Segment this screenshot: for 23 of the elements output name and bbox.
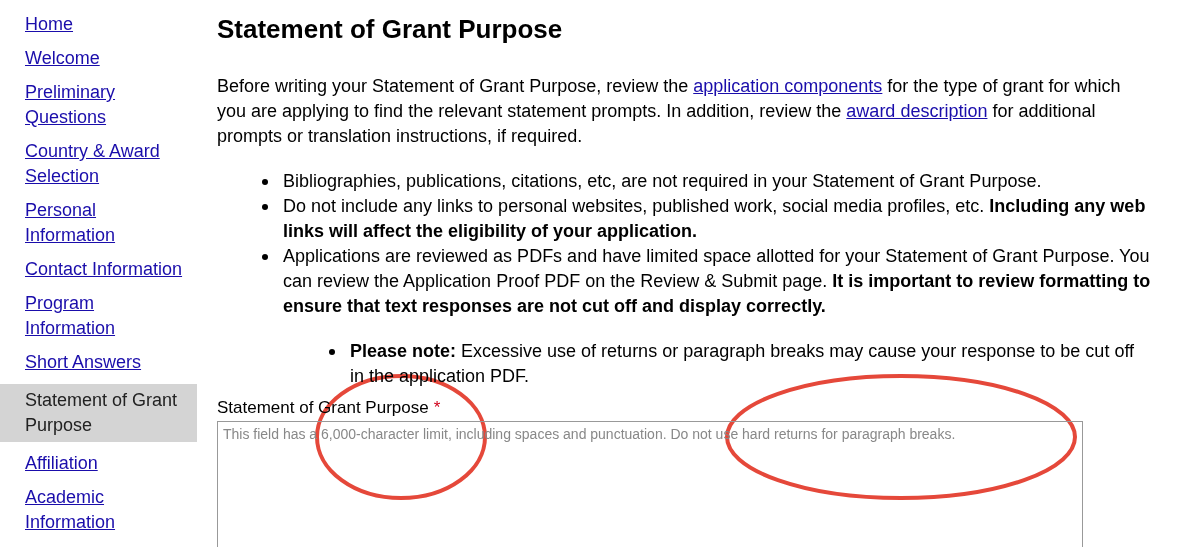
sidebar-item[interactable]: Contact Information	[0, 257, 197, 282]
bullet-icon	[262, 254, 268, 260]
required-mark: *	[433, 397, 441, 419]
sidebar-item[interactable]: Preliminary Questions	[0, 80, 197, 130]
bullet-text: Do not include any links to personal websites, published work, social media profiles, etc. Including any web links will affect the eligibility of your application.	[283, 195, 1147, 243]
page-title: Statement of Grant Purpose	[217, 13, 564, 46]
sidebar-item[interactable]: Academic Information	[0, 485, 197, 535]
bullet-icon	[329, 349, 335, 355]
sidebar-item[interactable]: Short Answers	[0, 350, 197, 375]
sidebar-item[interactable]: Program Information	[0, 291, 197, 341]
bullet-text: Bibliographies, publications, citations, etc, are not required in your Statement of Grant Purpose.	[283, 170, 1042, 193]
bullet-icon	[262, 179, 268, 185]
sidebar-item[interactable]: Home	[0, 12, 197, 37]
intro-paragraph: Before writing your Statement of Grant Purpose, review the application components for the type of grant for which you are applying to find the relevant statement prompts. In addition, review the award description for additional prompts or translation instructions, if required.	[217, 75, 1122, 148]
bullet-icon	[262, 204, 268, 210]
sidebar-item[interactable]: Country & Award Selection	[0, 139, 197, 189]
bullet-text: Applications are reviewed as PDFs and have limited space allotted for your Statement of Grant Purpose. You can review the Application Proof PDF on the Review & Submit page. It is important to review formatting to ensure that text responses are not cut off and display correctly.	[283, 245, 1152, 318]
sidebar-item[interactable]: Welcome	[0, 46, 197, 71]
sidebar-item[interactable]: Affiliation	[0, 451, 197, 476]
link[interactable]: award description	[846, 101, 988, 121]
link[interactable]: application components	[693, 76, 883, 96]
sidebar-item[interactable]: Personal Information	[0, 198, 197, 248]
sidebar-item[interactable]: Statement of Grant Purpose	[0, 384, 197, 442]
